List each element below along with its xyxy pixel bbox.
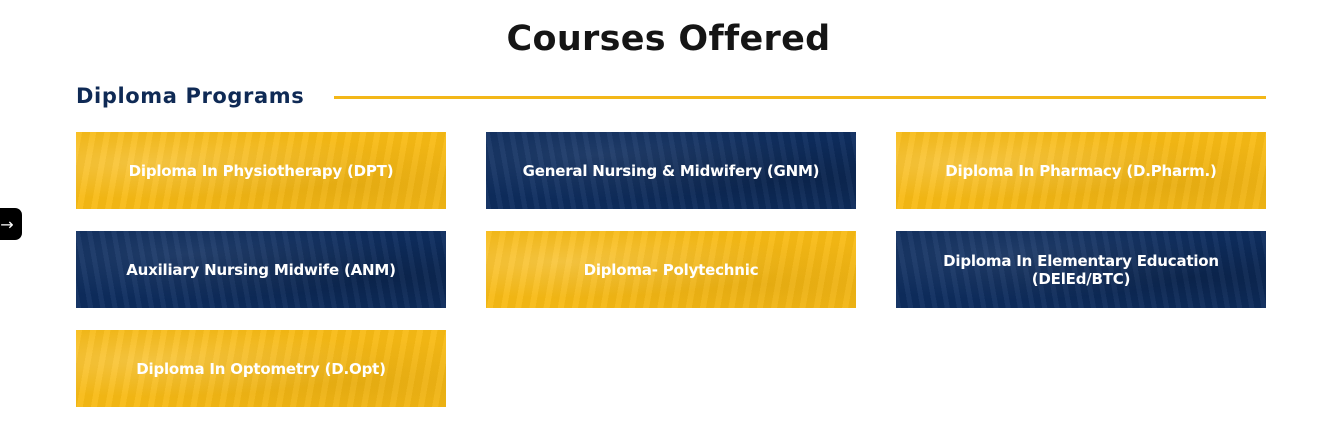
course-card-polytechnic[interactable]: Diploma- Polytechnic	[486, 231, 856, 308]
course-card-gnm[interactable]: General Nursing & Midwifery (GNM)	[486, 132, 856, 209]
course-card-deled[interactable]: Diploma In Elementary Education (DElEd/B…	[896, 231, 1266, 308]
course-card-dpharm[interactable]: Diploma In Pharmacy (D.Pharm.)	[896, 132, 1266, 209]
section-divider	[334, 96, 1266, 99]
side-tab-button[interactable]: →	[0, 208, 22, 240]
courses-page: Courses Offered Diploma Programs → Diplo…	[0, 0, 1337, 442]
course-card-label: Auxiliary Nursing Midwife (ANM)	[126, 260, 396, 279]
course-card-label: Diploma- Polytechnic	[583, 260, 759, 279]
course-card-label: General Nursing & Midwifery (GNM)	[522, 161, 820, 180]
course-card-label: Diploma In Pharmacy (D.Pharm.)	[945, 161, 1217, 180]
course-card-label: Diploma In Elementary Education (DElEd/B…	[943, 251, 1219, 288]
section-header: Diploma Programs	[76, 80, 1266, 112]
course-card-anm[interactable]: Auxiliary Nursing Midwife (ANM)	[76, 231, 446, 308]
course-card-label: Diploma In Physiotherapy (DPT)	[128, 161, 394, 180]
page-title: Courses Offered	[506, 19, 831, 59]
section-title: Diploma Programs	[76, 84, 305, 108]
course-grid: Diploma In Physiotherapy (DPT) General N…	[76, 132, 1266, 407]
course-card-dpt[interactable]: Diploma In Physiotherapy (DPT)	[76, 132, 446, 209]
arrow-right-icon: →	[0, 214, 14, 234]
course-card-label: Diploma In Optometry (D.Opt)	[136, 359, 386, 378]
course-card-dopt[interactable]: Diploma In Optometry (D.Opt)	[76, 330, 446, 407]
